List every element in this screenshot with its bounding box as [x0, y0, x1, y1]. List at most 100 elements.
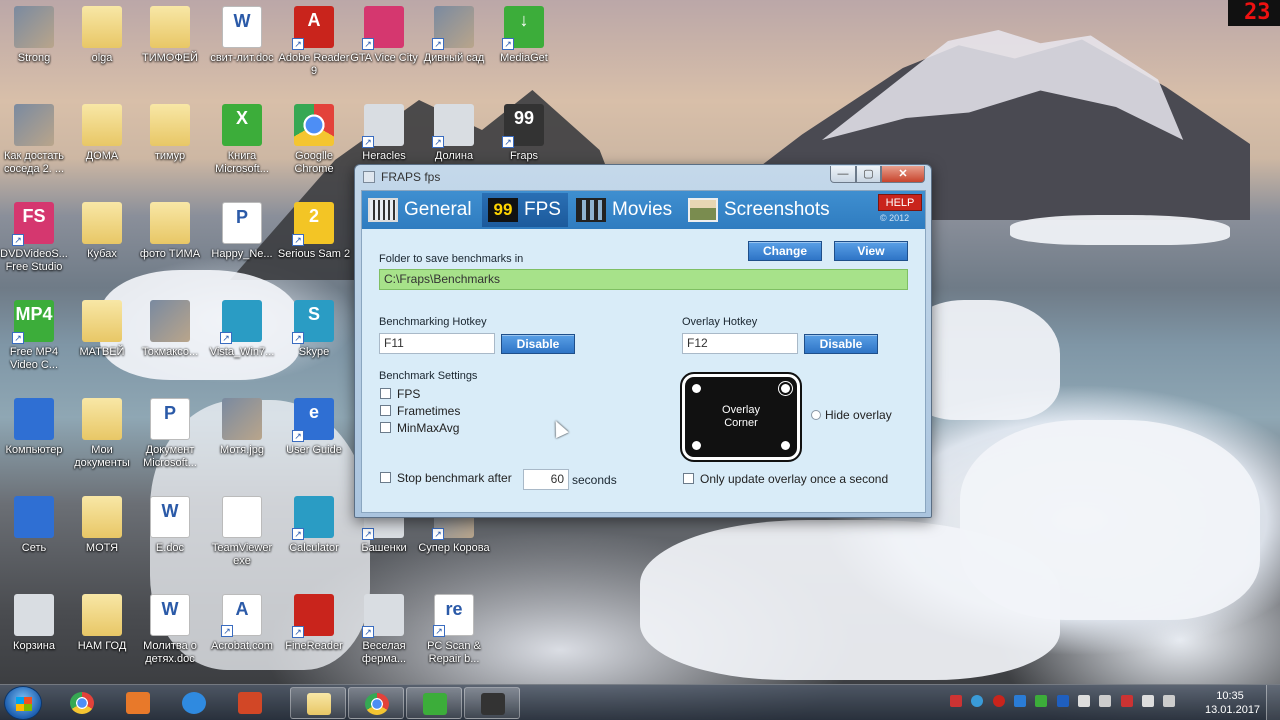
action-center-flag-icon[interactable]: [1078, 695, 1091, 707]
desktop-icon[interactable]: S ↗ Skype: [276, 296, 352, 386]
download-tray-icon[interactable]: [1014, 695, 1027, 707]
desktop-icon[interactable]: FS ↗ DVDVideoS... Free Studio: [0, 198, 72, 288]
desktop-icon[interactable]: ↗ Дивный сад: [416, 2, 492, 92]
minimize-button[interactable]: —: [830, 166, 856, 183]
desktop-icon[interactable]: 2 ↗ Serious Sam 2: [276, 198, 352, 288]
desktop-icon[interactable]: P Документ Microsoft...: [132, 394, 208, 484]
corner-top-right[interactable]: [781, 384, 790, 393]
checkbox-box[interactable]: [380, 472, 391, 483]
desktop-icon[interactable]: ↗ GTA Vice City: [346, 2, 422, 92]
checkbox-box[interactable]: [380, 422, 391, 433]
desktop-icon[interactable]: ↗ Vista_Win7...: [204, 296, 280, 386]
benchmark-disable-button[interactable]: Disable: [501, 334, 575, 354]
change-button[interactable]: Change: [748, 241, 822, 261]
hide-overlay-radio[interactable]: Hide overlay: [811, 408, 892, 422]
desktop-icon[interactable]: ДОМА: [64, 100, 140, 190]
benchmark-hotkey-field[interactable]: F11: [379, 333, 495, 354]
title-bar[interactable]: FRAPS fps — ▢ ✕: [355, 165, 931, 189]
desktop-icon[interactable]: Токмаксо...: [132, 296, 208, 386]
desktop-icon[interactable]: тимур: [132, 100, 208, 190]
start-button[interactable]: [4, 686, 42, 720]
desktop-icon[interactable]: e ↗ User Guide: [276, 394, 352, 484]
desktop-icon[interactable]: X Книга Microsoft...: [204, 100, 280, 190]
benchmark-folder-field[interactable]: C:\Fraps\Benchmarks: [379, 269, 908, 290]
desktop-icon[interactable]: фото ТИМА: [132, 198, 208, 288]
tab-screenshots[interactable]: Screenshots: [682, 193, 832, 227]
frametimes-checkbox[interactable]: Frametimes: [380, 404, 460, 418]
powerpoint-icon: [238, 692, 262, 714]
desktop-icon[interactable]: A ↗ Adobe Reader 9: [276, 2, 352, 92]
desktop-icon[interactable]: ↗ Веселая ферма...: [346, 590, 422, 680]
taskbar-powerpoint[interactable]: [222, 687, 278, 719]
stop-benchmark-seconds-field[interactable]: 60: [523, 469, 569, 490]
tab-fps[interactable]: 99 FPS: [482, 193, 568, 227]
desktop-icon[interactable]: НАМ ГОД: [64, 590, 140, 680]
corner-bottom-right[interactable]: [781, 441, 790, 450]
tab-general[interactable]: General: [362, 193, 480, 227]
desktop-icon[interactable]: Сеть: [0, 492, 72, 582]
desktop-icon[interactable]: TeamViewer exe: [204, 492, 280, 582]
desktop-icon[interactable]: ↓ ↗ MediaGet: [486, 2, 562, 92]
bluetooth-icon[interactable]: [1056, 695, 1069, 707]
fraps-tray-icon[interactable]: [1120, 695, 1133, 707]
desktop-icon[interactable]: olga: [64, 2, 140, 92]
desktop-icon[interactable]: МАТВЕЙ: [64, 296, 140, 386]
keyboard-layout-icon[interactable]: [1163, 695, 1176, 707]
desktop-icon[interactable]: Корзина: [0, 590, 72, 680]
minmaxavg-checkbox[interactable]: MinMaxAvg: [380, 421, 459, 435]
desktop-icon[interactable]: МОТЯ: [64, 492, 140, 582]
desktop-icon[interactable]: W E.doc: [132, 492, 208, 582]
desktop-icon[interactable]: Strong: [0, 2, 72, 92]
desktop-icon-label: МАТВЕЙ: [79, 346, 125, 358]
overlay-disable-button[interactable]: Disable: [804, 334, 878, 354]
checkbox-box[interactable]: [380, 388, 391, 399]
mediaget-tray-icon[interactable]: [1035, 695, 1048, 707]
desktop-icon[interactable]: ТИМОФЕЙ: [132, 2, 208, 92]
checkbox-box[interactable]: [683, 473, 694, 484]
fraps-window[interactable]: FRAPS fps — ▢ ✕ General 99 FPS Movies Sc…: [354, 164, 932, 518]
overlay-hotkey-field[interactable]: F12: [682, 333, 798, 354]
skype-tray-icon[interactable]: [971, 695, 984, 707]
taskbar-chrome-window[interactable]: [348, 687, 404, 719]
desktop-icon[interactable]: Wсвит-лит.doc: [204, 2, 280, 92]
overlay-corner-selector[interactable]: Overlay Corner: [680, 372, 802, 462]
view-button[interactable]: View: [834, 241, 908, 261]
taskbar-chrome[interactable]: [54, 687, 110, 719]
fps-checkbox[interactable]: FPS: [380, 387, 420, 401]
desktop-icon[interactable]: Кубах: [64, 198, 140, 288]
volume-icon[interactable]: [1099, 695, 1112, 707]
tray-app-icon[interactable]: [950, 695, 962, 707]
desktop-icon[interactable]: ↗ FineReader: [276, 590, 352, 680]
radio-circle[interactable]: [811, 410, 821, 420]
taskbar-fraps[interactable]: [464, 687, 520, 719]
taskbar-explorer[interactable]: [290, 687, 346, 719]
desktop-icon[interactable]: Компьютер: [0, 394, 72, 484]
corner-top-left[interactable]: [692, 384, 701, 393]
desktop-icon[interactable]: Как достать соседа 2. ...: [0, 100, 72, 190]
only-update-checkbox[interactable]: Only update overlay once a second: [683, 472, 888, 486]
desktop-icon[interactable]: ↗ Calculator: [276, 492, 352, 582]
taskbar-media-player[interactable]: [110, 687, 166, 719]
desktop-icon[interactable]: MP4 ↗ Free MP4 Video C...: [0, 296, 72, 386]
desktop-icon[interactable]: P Happy_Ne...: [204, 198, 280, 288]
corner-bottom-left[interactable]: [692, 441, 701, 450]
taskbar-mp4-converter[interactable]: [406, 687, 462, 719]
tab-movies[interactable]: Movies: [570, 193, 680, 227]
adobe-tray-icon[interactable]: [992, 695, 1005, 707]
close-button[interactable]: ✕: [881, 166, 925, 183]
taskbar-internet-explorer[interactable]: [166, 687, 222, 719]
desktop-icon-label: Heracles: [362, 150, 406, 162]
network-icon[interactable]: [1142, 695, 1155, 707]
desktop-icon[interactable]: re ↗ PC Scan & Repair b...: [416, 590, 492, 680]
clock[interactable]: 10:35 13.01.2017: [1205, 689, 1260, 717]
show-desktop-button[interactable]: [1266, 685, 1280, 720]
desktop-icon[interactable]: W Молитва о детях.doc: [132, 590, 208, 680]
desktop-icon[interactable]: Googlle Chrome: [276, 100, 352, 190]
desktop-icon[interactable]: Мотя.jpg: [204, 394, 280, 484]
checkbox-box[interactable]: [380, 405, 391, 416]
help-button[interactable]: HELP: [878, 194, 922, 211]
stop-benchmark-checkbox[interactable]: Stop benchmark after: [380, 471, 512, 485]
desktop-icon[interactable]: A ↗ Acrobat.com: [204, 590, 280, 680]
desktop-icon[interactable]: Мои документы: [64, 394, 140, 484]
maximize-button[interactable]: ▢: [856, 166, 881, 183]
